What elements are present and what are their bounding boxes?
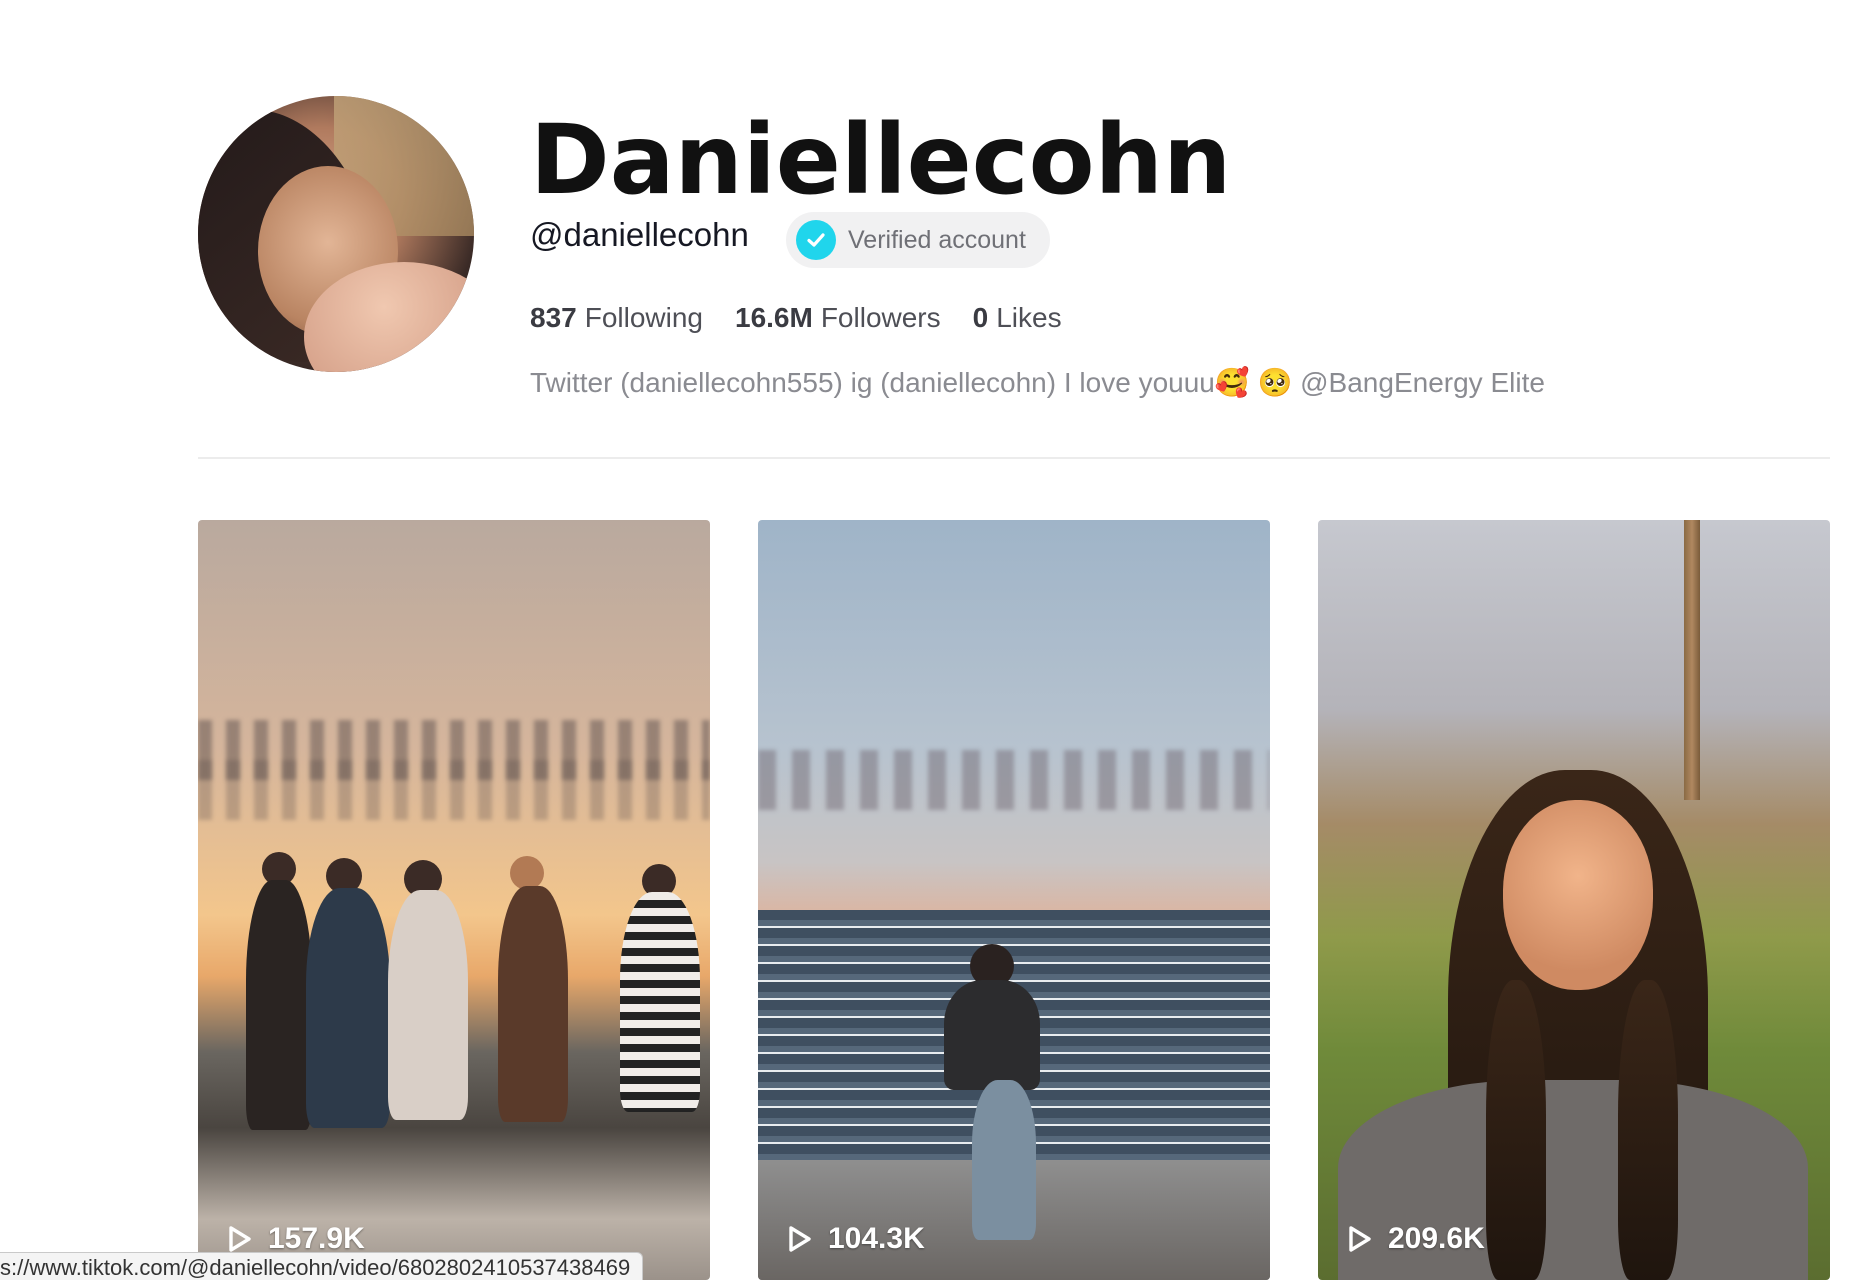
header-divider (198, 457, 1830, 459)
stat-label: Following (584, 302, 703, 333)
video-thumbnail[interactable]: 104.3K (758, 520, 1270, 1280)
profile-handle: @daniellecohn (530, 216, 749, 253)
view-count-label: 209.6K (1388, 1222, 1485, 1255)
video-thumbnail[interactable]: 209.6K (1318, 520, 1830, 1280)
verified-label: Verified account (848, 225, 1026, 254)
verified-check-icon (796, 220, 836, 260)
profile-stats: 837 Following 16.6M Followers 0 Likes (530, 302, 1062, 334)
stat-value: 16.6M (735, 302, 813, 333)
status-bar-url: s://www.tiktok.com/@daniellecohn/video/6… (0, 1252, 644, 1280)
profile-display-name: Daniellecohn (530, 104, 1232, 216)
view-count: 209.6K (1346, 1222, 1485, 1256)
profile-bio: Twitter (daniellecohn555) ig (danielleco… (530, 367, 1545, 398)
view-count-label: 104.3K (828, 1222, 925, 1255)
stat-label: Followers (820, 302, 941, 333)
video-thumbnail[interactable]: 157.9K (198, 520, 710, 1280)
profile-avatar[interactable] (198, 96, 474, 372)
profile-page: Daniellecohn @daniellecohn Verified acco… (0, 0, 1864, 1280)
stat-value: 0 (972, 302, 989, 333)
play-icon (1349, 1226, 1371, 1252)
stat-followers[interactable]: 16.6M Followers (735, 302, 941, 334)
stat-following[interactable]: 837 Following (530, 302, 703, 334)
view-count: 157.9K (226, 1222, 365, 1256)
play-icon (789, 1226, 811, 1252)
stat-value: 837 (530, 302, 577, 333)
stat-likes: 0 Likes (973, 302, 1062, 334)
view-count-label: 157.9K (268, 1222, 365, 1255)
stat-label: Likes (996, 302, 1062, 333)
view-count: 104.3K (786, 1222, 925, 1256)
play-icon (229, 1226, 251, 1252)
verified-badge: Verified account (786, 212, 1050, 268)
